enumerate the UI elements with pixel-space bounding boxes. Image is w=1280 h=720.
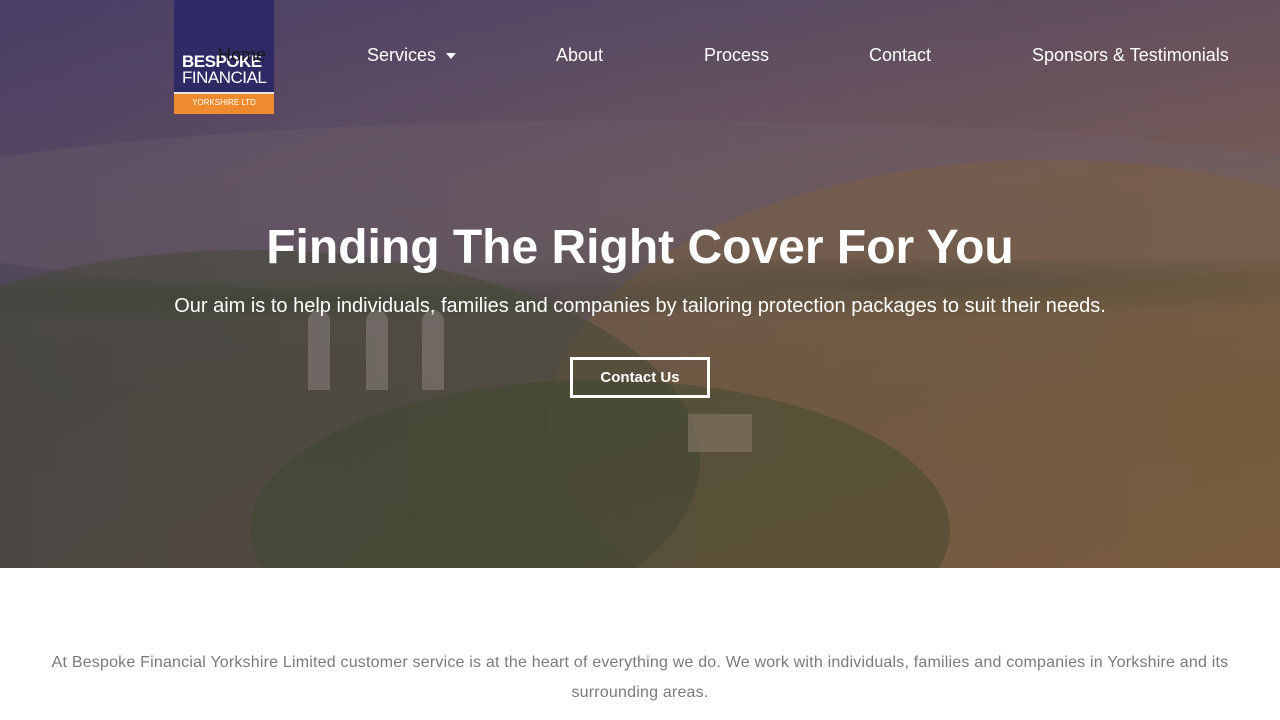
- hero-background-viaduct: [300, 310, 470, 400]
- hero-subtitle: Our aim is to help individuals, families…: [174, 295, 1106, 317]
- contact-us-button[interactable]: Contact Us: [570, 357, 710, 398]
- hero-title: Finding The Right Cover For You: [266, 221, 1014, 274]
- caret-down-icon: [446, 53, 457, 60]
- nav-contact-link[interactable]: Contact: [869, 45, 931, 66]
- nav-process-link[interactable]: Process: [704, 45, 769, 66]
- nav-home-link[interactable]: Home: [218, 45, 266, 66]
- logo-orange-band: YORKSHIRE LTD: [174, 92, 274, 114]
- logo-text-yorkshire: YORKSHIRE LTD: [192, 98, 256, 107]
- logo-text-financial: FINANCIAL: [182, 68, 267, 87]
- intro-paragraph: At Bespoke Financial Yorkshire Limited c…: [51, 654, 1229, 701]
- hero-background-ruin: [688, 414, 752, 452]
- nav-sponsors-testimonials-link[interactable]: Sponsors & Testimonials: [1032, 45, 1229, 66]
- nav-about-link[interactable]: About: [556, 45, 603, 66]
- nav-services-link[interactable]: Services: [367, 45, 457, 66]
- nav-services-label: Services: [367, 45, 437, 65]
